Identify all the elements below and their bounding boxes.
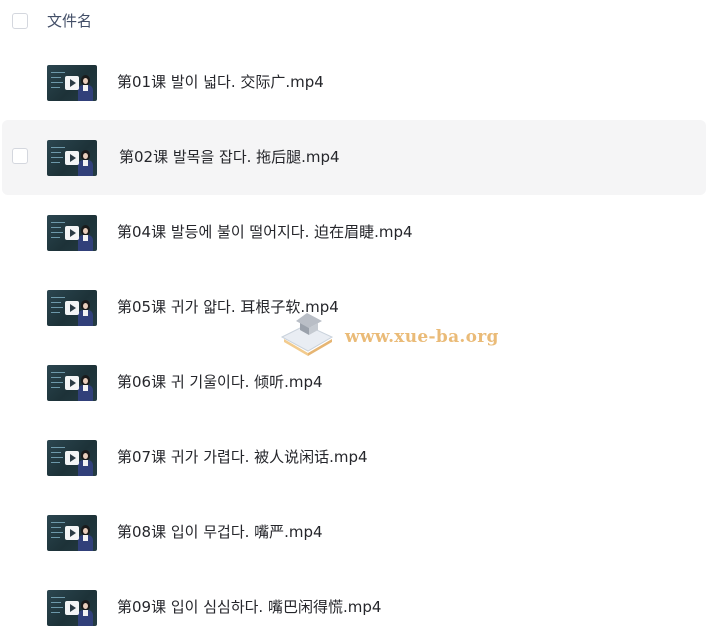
video-thumbnail[interactable] [47,215,97,251]
file-row[interactable]: 第07课 귀가 가렵다. 被人说闲话.mp4 [0,420,706,495]
play-icon [65,226,79,240]
video-thumbnail[interactable] [47,140,97,176]
file-row[interactable]: 第06课 귀 기울이다. 倾听.mp4 [0,345,706,420]
video-thumbnail[interactable] [47,65,97,101]
column-header-filename[interactable]: 文件名 [47,11,92,31]
file-list-page: 文件名 第01课 발이 넓다. 交际广.mp4 第02课 발목을 잡다. 拖后腿… [0,0,706,639]
file-name[interactable]: 第07课 귀가 가렵다. 被人说闲话.mp4 [117,447,368,467]
file-name[interactable]: 第02课 발목을 잡다. 拖后腿.mp4 [119,147,340,167]
file-name[interactable]: 第08课 입이 무겁다. 嘴严.mp4 [117,522,323,542]
video-thumbnail[interactable] [47,515,97,551]
presenter-image [78,450,93,476]
video-thumbnail[interactable] [47,290,97,326]
presenter-image [78,300,93,326]
file-row[interactable]: 第09课 입이 심심하다. 嘴巴闲得慌.mp4 [0,570,706,639]
video-thumbnail[interactable] [47,365,97,401]
file-name[interactable]: 第06课 귀 기울이다. 倾听.mp4 [117,372,323,392]
video-thumbnail[interactable] [47,440,97,476]
presenter-image [78,150,93,176]
presenter-image [78,525,93,551]
play-icon [65,76,79,90]
file-row[interactable]: 第04课 발등에 불이 떨어지다. 迫在眉睫.mp4 [0,195,706,270]
select-all-checkbox[interactable] [12,13,28,29]
presenter-image [78,600,93,626]
presenter-image [78,225,93,251]
video-thumbnail[interactable] [47,590,97,626]
file-list: 第01课 발이 넓다. 交际广.mp4 第02课 발목을 잡다. 拖后腿.mp4… [0,45,706,639]
play-icon [65,301,79,315]
file-name[interactable]: 第05课 귀가 얇다. 耳根子软.mp4 [117,297,339,317]
list-header: 文件名 [0,0,706,42]
play-icon [65,376,79,390]
file-row[interactable]: 第05课 귀가 얇다. 耳根子软.mp4 [0,270,706,345]
presenter-image [78,75,93,101]
play-icon [65,601,79,615]
play-icon [65,151,79,165]
play-icon [65,526,79,540]
file-name[interactable]: 第09课 입이 심심하다. 嘴巴闲得慌.mp4 [117,597,381,617]
file-name[interactable]: 第01课 발이 넓다. 交际广.mp4 [117,72,324,92]
row-checkbox[interactable] [12,148,28,164]
play-icon [65,451,79,465]
file-row[interactable]: 第01课 발이 넓다. 交际广.mp4 [0,45,706,120]
presenter-image [78,375,93,401]
file-row[interactable]: 第02课 발목을 잡다. 拖后腿.mp4 [2,120,706,195]
file-row[interactable]: 第08课 입이 무겁다. 嘴严.mp4 [0,495,706,570]
file-name[interactable]: 第04课 발등에 불이 떨어지다. 迫在眉睫.mp4 [117,222,413,242]
